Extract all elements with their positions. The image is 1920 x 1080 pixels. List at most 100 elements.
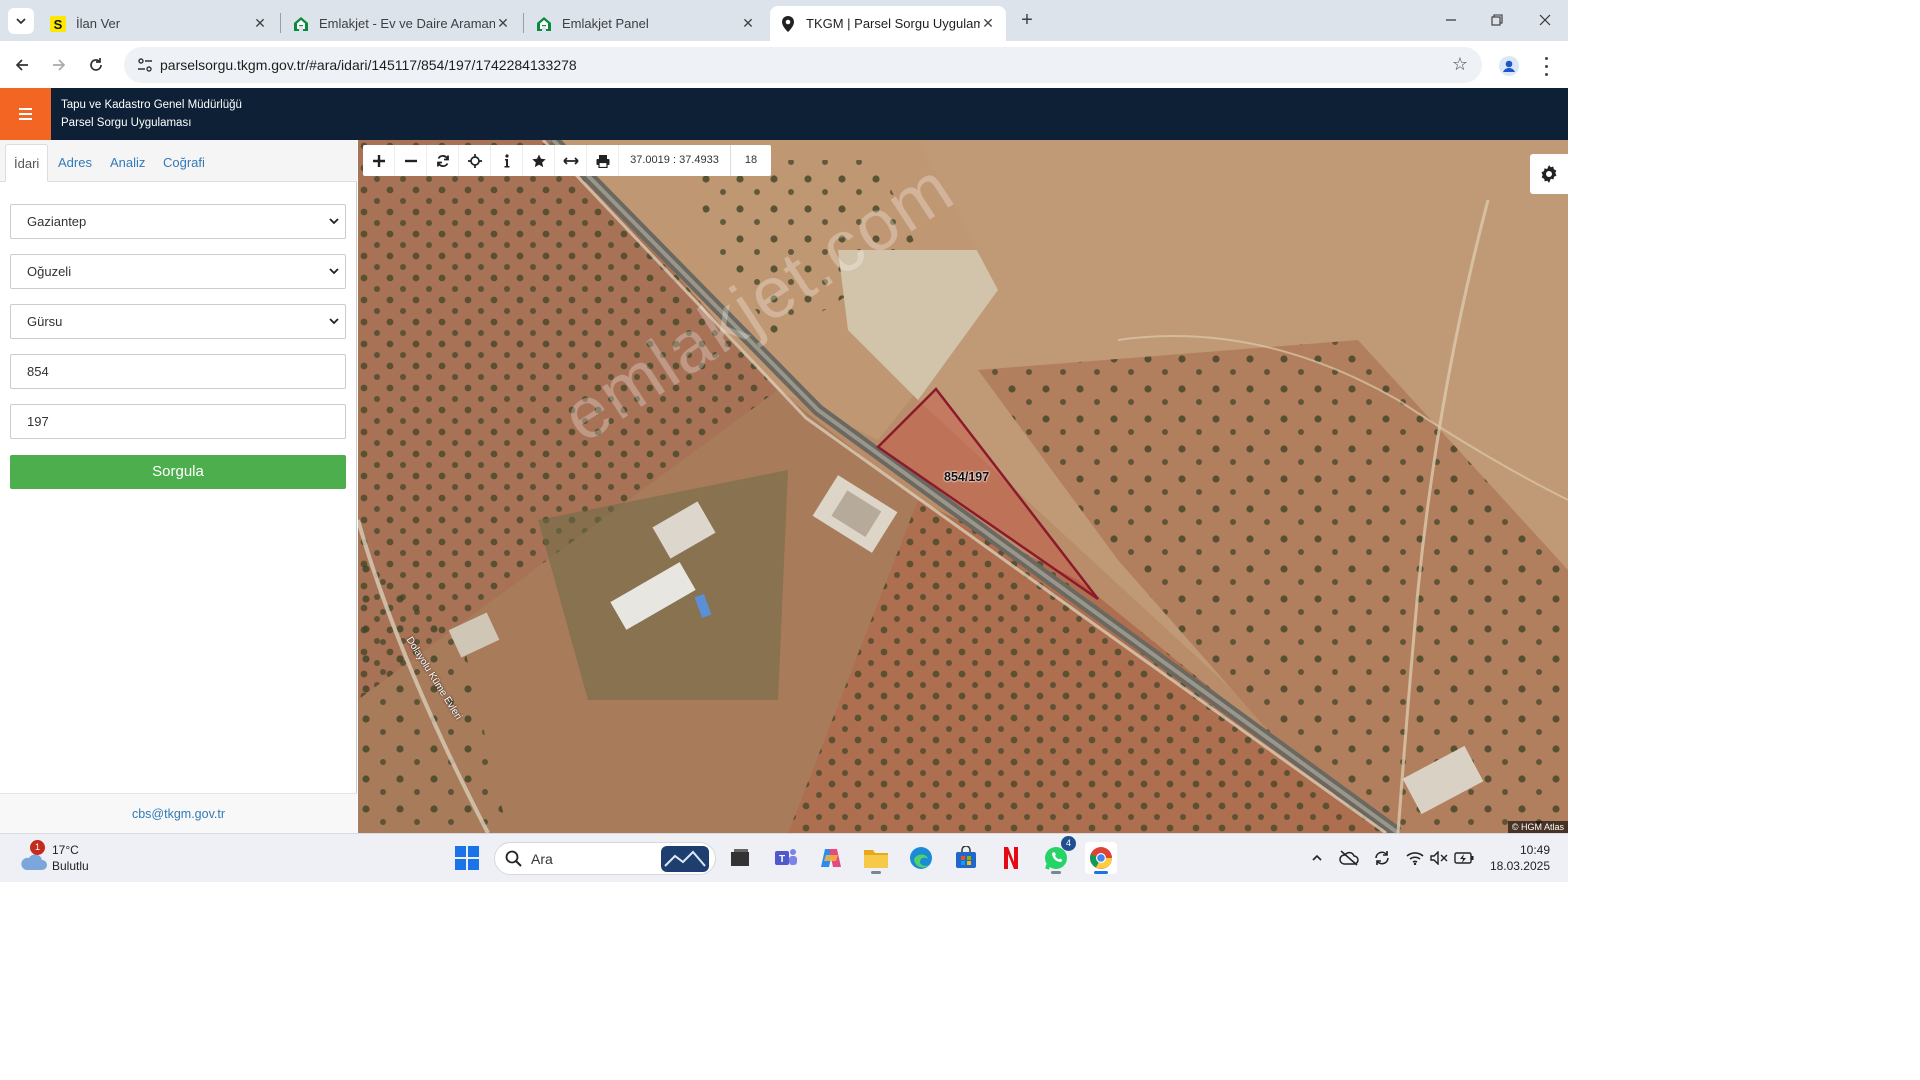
sync-tray-icon[interactable] <box>1372 848 1392 868</box>
teams-app-button[interactable]: T <box>770 842 802 874</box>
print-icon[interactable] <box>587 145 619 176</box>
tab-title: İlan Ver <box>76 16 121 31</box>
close-tab-icon[interactable]: ✕ <box>740 15 756 32</box>
edge-app-button[interactable] <box>905 842 937 874</box>
sync-icon <box>1375 851 1389 865</box>
query-sidebar: İdari Adres Analiz Coğrafi Gaziantep Oğu… <box>0 140 357 833</box>
chevron-up-icon <box>1312 854 1322 861</box>
query-tabs: İdari Adres Analiz Coğrafi <box>0 140 357 182</box>
file-explorer-button[interactable] <box>860 842 892 874</box>
store-app-button[interactable] <box>950 842 982 874</box>
windows-logo-icon <box>455 846 479 870</box>
chrome-app-button[interactable] <box>1085 842 1117 874</box>
start-button[interactable] <box>451 842 483 874</box>
district-select[interactable]: Oğuzeli <box>10 254 346 289</box>
chevron-down-icon <box>329 268 339 275</box>
close-tab-icon[interactable]: ✕ <box>495 15 511 32</box>
close-window-button[interactable] <box>1530 8 1560 32</box>
chevron-down-icon <box>16 18 26 25</box>
site-settings-icon[interactable] <box>136 56 154 74</box>
search-icon <box>505 850 522 867</box>
hamburger-menu-button[interactable] <box>0 88 51 140</box>
info-icon[interactable] <box>491 145 523 176</box>
tab-search-button[interactable] <box>8 8 34 34</box>
person-icon <box>1499 56 1519 76</box>
map-attribution: © HGM Atlas <box>1507 821 1568 833</box>
measure-icon[interactable] <box>555 145 587 176</box>
search-highlight-image <box>661 846 709 872</box>
system-clock[interactable]: 10:49 18.03.2025 <box>1478 842 1550 874</box>
tab-idari[interactable]: İdari <box>5 144 49 182</box>
bookmark-star-icon[interactable]: ☆ <box>1452 54 1468 75</box>
zoom-in-icon[interactable] <box>363 145 395 176</box>
volume-tray-icon[interactable] <box>1429 848 1449 868</box>
weather-desc: Bulutlu <box>52 859 89 873</box>
address-bar[interactable]: parselsorgu.tkgm.gov.tr/#ara/idari/14511… <box>124 47 1482 83</box>
locate-icon[interactable] <box>459 145 491 176</box>
running-indicator <box>871 871 881 874</box>
speaker-muted-icon <box>1430 851 1448 865</box>
map-settings-button[interactable] <box>1530 154 1568 194</box>
svg-text:S: S <box>54 17 63 32</box>
weather-alert-badge: 1 <box>30 840 45 855</box>
tab-analiz[interactable]: Analiz <box>102 144 153 182</box>
whatsapp-app-button[interactable]: 4 <box>1040 836 1076 874</box>
block-no-input[interactable]: 854 <box>10 354 346 389</box>
clock-date: 18.03.2025 <box>1489 859 1550 873</box>
browser-tab-tkgm[interactable]: TKGM | Parsel Sorgu Uygulaması ✕ <box>770 6 1006 41</box>
netflix-app-button[interactable] <box>995 842 1027 874</box>
close-tab-icon[interactable]: ✕ <box>980 15 996 32</box>
windows-taskbar: 1 17°C Bulutlu Ara T 4 10:49 18.03.2025 <box>0 833 1568 882</box>
reload-button[interactable] <box>84 53 108 77</box>
copilot-app-button[interactable] <box>815 842 847 874</box>
browser-tab-strip: S İlan Ver ✕ Emlakjet - Ev ve Daire Aram… <box>0 0 1568 41</box>
chevron-down-icon <box>329 318 339 325</box>
emlakjet-house-icon <box>536 16 552 32</box>
parcel-polygon[interactable] <box>358 140 1568 833</box>
app-title: Tapu ve Kadastro Genel Müdürlüğü Parsel … <box>61 96 242 132</box>
task-view-button[interactable] <box>724 842 756 874</box>
forward-button[interactable] <box>47 53 71 77</box>
browser-tab-emlakjet-search[interactable]: Emlakjet - Ev ve Daire Aramanın ✕ <box>283 6 521 41</box>
minimize-icon <box>1446 19 1456 21</box>
battery-tray-icon[interactable] <box>1454 848 1474 868</box>
weather-widget[interactable]: 1 17°C Bulutlu <box>16 840 126 878</box>
show-hidden-icons-button[interactable] <box>1307 848 1327 868</box>
chevron-down-icon <box>329 218 339 225</box>
tab-separator <box>280 13 281 33</box>
browser-tab-emlakjet-panel[interactable]: Emlakjet Panel ✕ <box>526 6 766 41</box>
tab-title: TKGM | Parsel Sorgu Uygulaması <box>806 16 980 31</box>
arrow-right-icon <box>53 59 66 71</box>
onedrive-tray-icon[interactable] <box>1339 848 1359 868</box>
tab-title: Emlakjet - Ev ve Daire Aramanın <box>319 16 495 31</box>
coordinate-readout: 37.0019 : 37.4933 <box>619 145 731 176</box>
emlakjet-house-icon <box>293 16 309 32</box>
parcel-no-input[interactable]: 197 <box>10 404 346 439</box>
contact-email-link[interactable]: cbs@tkgm.gov.tr <box>0 793 357 833</box>
star-icon[interactable] <box>523 145 555 176</box>
minimize-window-button[interactable] <box>1436 8 1466 32</box>
tab-cografi[interactable]: Coğrafi <box>155 144 213 182</box>
gear-icon <box>1541 165 1557 183</box>
refresh-icon[interactable] <box>427 145 459 176</box>
back-button[interactable] <box>10 53 34 77</box>
zoom-out-icon[interactable] <box>395 145 427 176</box>
query-button[interactable]: Sorgula <box>10 455 346 489</box>
neighborhood-select[interactable]: Gürsu <box>10 304 346 339</box>
tab-adres[interactable]: Adres <box>50 144 100 182</box>
new-tab-button[interactable]: + <box>1016 10 1038 32</box>
restore-icon <box>1491 14 1503 26</box>
profile-button[interactable] <box>1496 53 1522 79</box>
province-select[interactable]: Gaziantep <box>10 204 346 239</box>
taskbar-search[interactable]: Ara <box>494 842 716 875</box>
whatsapp-badge: 4 <box>1061 836 1076 851</box>
store-icon <box>956 846 976 868</box>
map-view[interactable]: emlakjet.com 854/197 Dolayolu Küme Evler… <box>358 140 1568 833</box>
map-toolbar: 37.0019 : 37.4933 18 <box>363 145 771 176</box>
teams-icon: T <box>775 849 797 865</box>
network-tray-icon[interactable] <box>1405 848 1425 868</box>
restore-window-button[interactable] <box>1482 8 1512 32</box>
close-tab-icon[interactable]: ✕ <box>252 15 268 32</box>
browser-tab-ilan-ver[interactable]: S İlan Ver ✕ <box>40 6 278 41</box>
browser-menu-button[interactable] <box>1540 54 1552 78</box>
